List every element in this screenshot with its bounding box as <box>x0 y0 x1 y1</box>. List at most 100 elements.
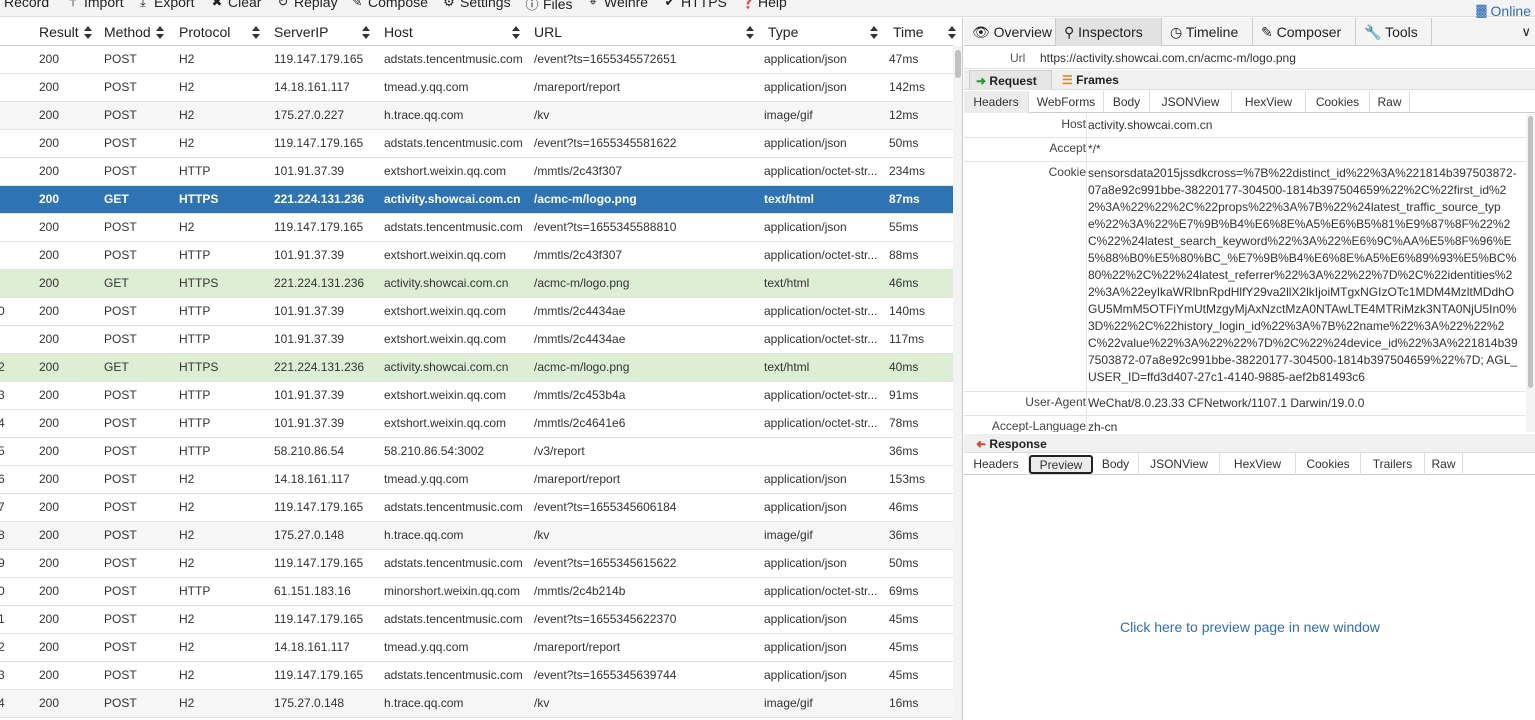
sort-icon[interactable] <box>362 26 370 40</box>
list-icon: ☰ <box>1062 73 1073 87</box>
subtab-cookies[interactable]: Cookies <box>1296 453 1361 475</box>
https-button[interactable]: ✔ HTTPS <box>663 0 727 10</box>
files-button[interactable]: ⓘ Files <box>525 0 572 13</box>
clear-button[interactable]: ✖ Clear <box>210 0 262 10</box>
cell-protocol: HTTPS <box>179 360 219 374</box>
subtab-trailers[interactable]: Trailers <box>1361 453 1425 475</box>
table-row[interactable]: 200 POST HTTP 101.91.37.39 extshort.weixin.q… <box>0 326 953 354</box>
column-header-method[interactable]: Method <box>104 18 151 46</box>
table-row[interactable]: 200 POST H2 14.18.161.117 tmead.y.qq.com/mar… <box>0 74 953 102</box>
cell-protocol: HTTPS <box>179 192 219 206</box>
subtab-headers[interactable]: Headers <box>964 91 1029 113</box>
cell-num <box>0 214 8 241</box>
sort-icon[interactable] <box>870 26 878 40</box>
table-row[interactable]: 6 200 POST H2 14.18.161.117 tmead.y.qq.com/ma… <box>0 466 953 494</box>
chevron-down-icon[interactable]: ∨ <box>1521 18 1531 46</box>
import-button[interactable]: ⤒ Import <box>66 0 124 10</box>
sort-icon[interactable] <box>84 26 92 40</box>
cell-protocol: HTTP <box>179 304 211 318</box>
table-row[interactable]: 200 POST H2 119.147.179.165 adstats.tencentm… <box>0 130 953 158</box>
table-row[interactable]: 9 200 POST H2 119.147.179.165 adstats.tencent… <box>0 550 953 578</box>
subtab-cookies[interactable]: Cookies <box>1306 91 1370 113</box>
grid-scrollbar-thumb[interactable] <box>955 50 961 78</box>
subtab-body[interactable]: Body <box>1104 91 1150 113</box>
help-button[interactable]: ❓ Help <box>740 0 787 10</box>
grid-scrollbar[interactable] <box>953 46 962 720</box>
sort-icon[interactable] <box>948 26 956 40</box>
subtab-headers[interactable]: Headers <box>964 453 1029 475</box>
cell-ip: 221.224.131.236 <box>274 276 365 290</box>
table-row[interactable]: 2 200 GET HTTPS 221.224.131.236 activity.show… <box>0 354 953 382</box>
export-button[interactable]: ⤓ Export <box>136 0 194 10</box>
request-toggle[interactable]: ➜ Request <box>969 70 1052 90</box>
subtab-hexview[interactable]: HexView <box>1220 453 1296 475</box>
sort-icon[interactable] <box>746 26 754 40</box>
table-row[interactable]: 8 200 POST H2 175.27.0.148 h.trace.qq.com/kv i… <box>0 522 953 550</box>
tab-overview[interactable]: 👁 Overview <box>964 18 1056 46</box>
table-row[interactable]: 3 200 POST H2 119.147.179.165 adstats.tencent… <box>0 662 953 690</box>
column-header-result[interactable]: Result <box>39 18 79 46</box>
cell-time: 87ms <box>889 192 920 206</box>
tab-tools[interactable]: 🔧 Tools <box>1356 18 1432 46</box>
cell-result: 200 <box>39 640 60 654</box>
table-row[interactable]: 200 POST H2 119.147.179.165 adstats.tencentm… <box>0 214 953 242</box>
subtab-webforms[interactable]: WebForms <box>1029 91 1104 113</box>
table-row[interactable]: 0 200 POST HTTP 61.151.183.16 minorshort.weix… <box>0 578 953 606</box>
subtab-preview[interactable]: Preview <box>1029 455 1093 474</box>
cell-ip: 14.18.161.117 <box>274 472 350 486</box>
table-row[interactable]: 200 GET HTTPS 221.224.131.236 activity.showc… <box>0 270 953 298</box>
headers-scrollbar-thumb[interactable] <box>1528 116 1533 388</box>
replay-button[interactable]: ↻ Replay <box>276 0 338 10</box>
subtab-raw[interactable]: Raw <box>1425 453 1463 475</box>
subtab-hexview[interactable]: HexView <box>1232 91 1306 113</box>
subtab-raw[interactable]: Raw <box>1370 91 1410 113</box>
table-row[interactable]: 200 POST H2 175.27.0.227 h.trace.qq.com/kv im… <box>0 102 953 130</box>
sort-icon[interactable] <box>252 26 260 40</box>
arrow-left-icon: ➜ <box>976 437 987 451</box>
sort-icon[interactable] <box>512 26 520 40</box>
table-row[interactable]: 200 POST H2 119.147.179.165 adstats.tencentm… <box>0 46 953 74</box>
headers-scrollbar[interactable] <box>1526 114 1535 432</box>
column-header-host[interactable]: Host <box>384 18 413 46</box>
cell-result: 200 <box>39 220 60 234</box>
table-row[interactable]: 7 200 POST H2 119.147.179.165 adstats.tencent… <box>0 494 953 522</box>
column-header-type[interactable]: Type <box>768 18 798 46</box>
cell-method: POST <box>104 52 137 66</box>
settings-button[interactable]: ⚙ Settings <box>442 0 510 10</box>
tab-composer[interactable]: ✎ Composer <box>1253 18 1356 46</box>
cell-method: GET <box>104 276 129 290</box>
response-toggle[interactable]: ➜ Response <box>976 434 1066 454</box>
online-status[interactable]: ▓ Online <box>1476 3 1531 19</box>
record-button[interactable]: Record <box>4 0 49 10</box>
column-header-protocol[interactable]: Protocol <box>179 18 230 46</box>
table-row[interactable]: 5 200 POST HTTP 58.210.86.54 58.210.86.54:300… <box>0 438 953 466</box>
cell-url: /mmtls/2c43f307 <box>534 164 623 178</box>
table-row[interactable]: 2 200 POST H2 14.18.161.117 tmead.y.qq.com/ma… <box>0 634 953 662</box>
cell-type: application/octet-str... <box>764 416 878 430</box>
subtab-jsonview[interactable]: JSONView <box>1150 91 1232 113</box>
subtab-jsonview[interactable]: JSONView <box>1139 453 1220 475</box>
table-row[interactable]: 0 200 POST HTTP 101.91.37.39 extshort.weixin.… <box>0 298 953 326</box>
compose-button[interactable]: ✎ Compose <box>350 0 428 10</box>
table-row[interactable]: 200 POST HTTP 101.91.37.39 extshort.weixin.q… <box>0 242 953 270</box>
cell-ip: 101.91.37.39 <box>274 416 345 430</box>
table-row[interactable]: 4 200 POST H2 175.27.0.148 h.trace.qq.com/kv i… <box>0 690 953 718</box>
preview-link[interactable]: Click here to preview page in new window <box>1120 619 1380 635</box>
table-row[interactable]: 3 200 POST HTTP 101.91.37.39 extshort.weixin.… <box>0 382 953 410</box>
frames-toggle[interactable]: ☰ Frames <box>1062 70 1132 90</box>
table-row[interactable]: 200 GET HTTPS 221.224.131.236 activity.showc… <box>0 186 953 214</box>
table-row[interactable]: 1 200 POST H2 119.147.179.165 adstats.tencent… <box>0 606 953 634</box>
column-header-url[interactable]: URL <box>534 18 562 46</box>
table-row[interactable]: 4 200 POST HTTP 101.91.37.39 extshort.weixin.… <box>0 410 953 438</box>
tab-timeline[interactable]: ◷ Timeline <box>1162 18 1253 46</box>
tab-inspectors[interactable]: ⚲ Inspectors <box>1056 18 1162 46</box>
cell-url: /mmtls/2c4641e6 <box>534 416 626 430</box>
cell-host: extshort.weixin.qq.com <box>384 332 507 346</box>
weinre-button[interactable]: ⌖ Weinre <box>586 0 648 10</box>
cell-method: POST <box>104 668 137 682</box>
column-header-serverip[interactable]: ServerIP <box>274 18 328 46</box>
column-header-time[interactable]: Time <box>893 18 924 46</box>
subtab-body[interactable]: Body <box>1093 453 1139 475</box>
table-row[interactable]: 200 POST HTTP 101.91.37.39 extshort.weixin.q… <box>0 158 953 186</box>
sort-icon[interactable] <box>156 26 164 40</box>
